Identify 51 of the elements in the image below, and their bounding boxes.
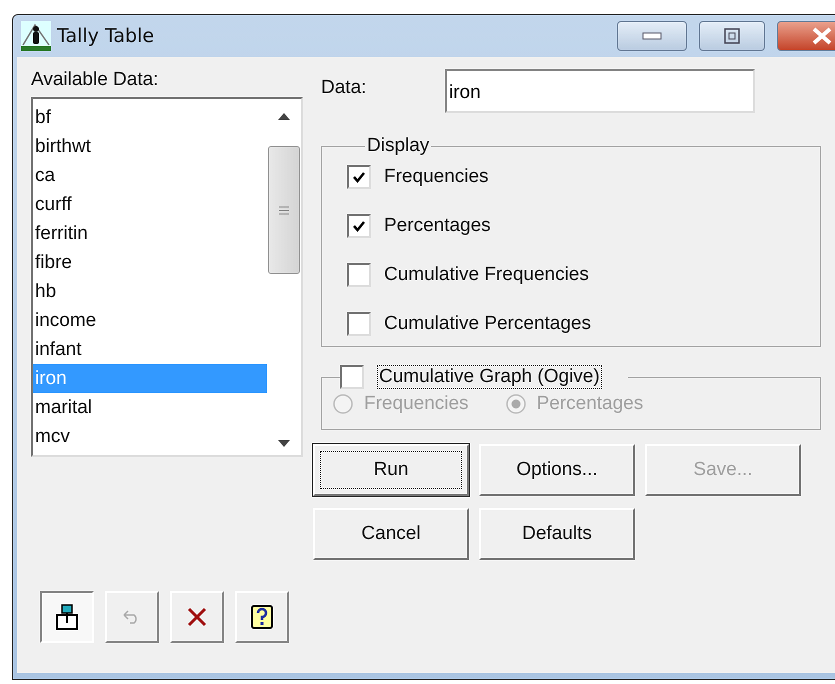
dialog-button[interactable]: Options...: [479, 444, 635, 496]
list-item[interactable]: marital: [33, 393, 267, 422]
list-item[interactable]: infant: [33, 335, 267, 364]
help-icon: [250, 604, 274, 630]
checkbox-label: Cumulative Graph (Ogive): [377, 365, 602, 389]
checkbox[interactable]: [340, 365, 364, 389]
list-item[interactable]: hb: [33, 277, 267, 306]
list-item[interactable]: bf: [33, 103, 267, 132]
close-icon: [811, 27, 833, 45]
maximize-button[interactable]: [699, 21, 765, 51]
checkbox-label: Cumulative Percentages: [384, 313, 591, 335]
scroll-down-icon: [278, 440, 290, 447]
radio-button[interactable]: [504, 393, 527, 415]
list-item[interactable]: ca: [33, 161, 267, 190]
list-item[interactable]: mcv: [33, 422, 267, 451]
data-field[interactable]: iron: [445, 69, 755, 113]
scroll-up-icon: [278, 113, 290, 120]
radio-label: Frequencies: [364, 393, 469, 415]
checkbox-label: Frequencies: [384, 166, 489, 188]
list-item[interactable]: fibre: [33, 248, 267, 277]
checkbox-label: Percentages: [384, 215, 491, 237]
minimize-icon: [642, 32, 662, 40]
list-item[interactable]: income: [33, 306, 267, 335]
delete-icon: [186, 606, 208, 628]
pin-icon: [54, 603, 80, 631]
app-icon: [21, 21, 51, 51]
checkbox[interactable]: [347, 263, 371, 287]
list-item[interactable]: birthwt: [33, 132, 267, 161]
minimize-button[interactable]: [617, 21, 687, 51]
checkmark-icon: [352, 171, 366, 183]
checkbox[interactable]: [347, 312, 371, 336]
group-title: Display: [366, 135, 430, 157]
data-label: Data:: [321, 76, 368, 99]
data-list[interactable]: bf birthwt ca curff ferritin fibre hb income infant iron marital mcv: [31, 97, 303, 457]
checkbox-label: Cumulative Frequencies: [384, 264, 589, 286]
radio-button[interactable]: [332, 393, 354, 415]
grip-icon: [279, 206, 289, 214]
radio-label: Percentages: [536, 393, 644, 415]
checkmark-icon: [352, 220, 366, 232]
toolbar-button[interactable]: [40, 591, 94, 643]
maximize-icon: [724, 28, 740, 44]
dialog-button[interactable]: Cancel: [313, 508, 469, 560]
checkbox[interactable]: [347, 214, 371, 238]
dialog-button[interactable]: Run: [313, 444, 469, 496]
list-label: Available Data:: [31, 69, 160, 91]
scroll-thumb[interactable]: [268, 146, 300, 274]
checkbox[interactable]: [347, 165, 371, 189]
window-title: Tally Table: [57, 25, 156, 47]
list-item[interactable]: curff: [33, 190, 267, 219]
list-item[interactable]: ferritin: [33, 219, 267, 248]
dialog-button[interactable]: Defaults: [479, 508, 635, 560]
